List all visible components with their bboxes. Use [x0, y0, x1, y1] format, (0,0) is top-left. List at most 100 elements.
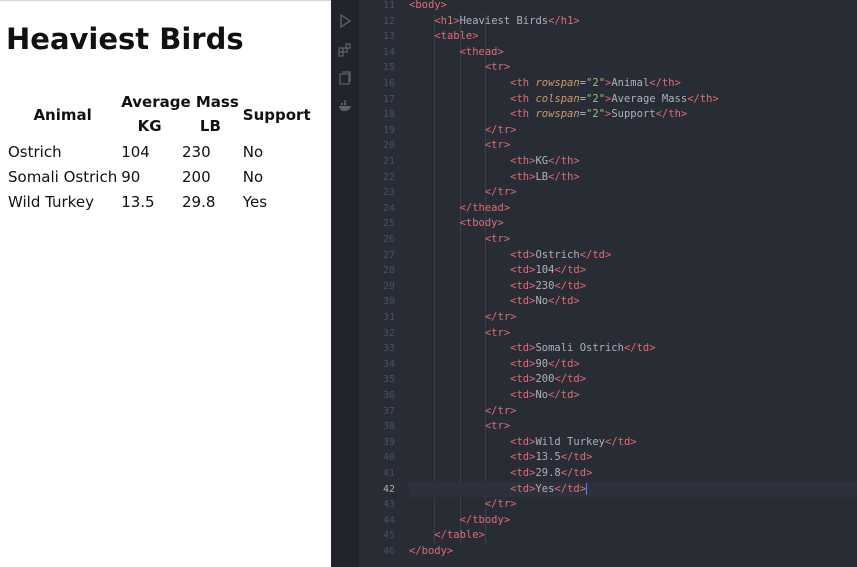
code-line[interactable]: </body>	[409, 544, 857, 560]
code-line[interactable]: </tr>	[409, 185, 857, 201]
cell-support: No	[242, 142, 264, 161]
code-area[interactable]: <body> <h1>Heaviest Birds</h1> <table> <…	[409, 0, 857, 567]
code-line[interactable]: <th colspan="2">Average Mass</th>	[409, 92, 857, 108]
code-token: Heaviest Birds	[459, 14, 549, 27]
header-kg: KG	[137, 117, 162, 135]
code-token: No	[535, 389, 549, 401]
code-token: colspan	[535, 92, 580, 105]
extensions-icon[interactable]	[338, 43, 352, 57]
cell-support: No	[242, 167, 264, 186]
code-line[interactable]: <td>Somali Ostrich</td>	[409, 341, 857, 357]
code-line[interactable]: <tr>	[409, 60, 857, 76]
code-token: 29.8	[535, 467, 561, 479]
table-body: Ostrich 104 230 No Somali Ostrich 90 200…	[6, 139, 313, 214]
code-token: Average Mass	[611, 92, 688, 105]
code-line[interactable]: <h1>Heaviest Birds</h1>	[409, 14, 857, 30]
code-token: Ostrich	[535, 248, 580, 261]
code-line[interactable]: <td>29.8</td>	[409, 466, 857, 482]
line-number: 46	[382, 546, 395, 557]
code-token: <th	[510, 77, 536, 89]
line-number: 34	[382, 358, 395, 370]
code-token: </td>	[554, 279, 587, 292]
code-token: <tr>	[484, 326, 511, 339]
code-token: </h1>	[548, 14, 580, 27]
code-line[interactable]: <th rowspan="2">Support</th>	[409, 107, 857, 123]
header-lb: LB	[199, 117, 221, 135]
code-line[interactable]: <td>200</td>	[409, 372, 857, 388]
code-line[interactable]: <td>Yes</td>	[409, 481, 857, 498]
code-token: </tbody>	[459, 513, 511, 526]
line-number: 28	[382, 265, 395, 277]
docker-icon[interactable]	[338, 99, 352, 113]
code-token: </th>	[687, 92, 719, 105]
code-line[interactable]: <td>104</td>	[409, 263, 857, 279]
line-number: 15	[382, 62, 395, 74]
code-line[interactable]: </tr>	[409, 404, 857, 420]
code-line[interactable]: </tbody>	[409, 513, 857, 529]
code-token: <td>	[510, 342, 536, 355]
code-line[interactable]: <td>No</td>	[409, 388, 857, 404]
code-token: 230	[535, 279, 555, 292]
debug-icon[interactable]	[338, 14, 352, 28]
cell-animal: Somali Ostrich	[8, 167, 118, 186]
code-line[interactable]: <td>230</td>	[409, 279, 857, 295]
code-token: <td>	[510, 357, 536, 370]
line-number: 23	[382, 187, 395, 199]
code-token: </td>	[548, 389, 580, 401]
code-line[interactable]: </tr>	[409, 497, 857, 513]
code-token: </th>	[655, 108, 688, 121]
code-token: Wild Turkey	[535, 435, 605, 448]
code-line[interactable]: <td>90</td>	[409, 357, 857, 373]
code-line[interactable]: <table>	[409, 29, 857, 45]
line-number: 38	[382, 421, 395, 433]
code-line[interactable]: <td>Ostrich</td>	[409, 248, 857, 264]
code-line[interactable]: <td>Wild Turkey</td>	[409, 435, 857, 451]
table-row: Wild Turkey 13.5 29.8 Yes	[6, 189, 313, 214]
header-row-1: Animal Average Mass Support	[6, 91, 313, 124]
code-line[interactable]: <tr>	[409, 326, 857, 342]
code-line[interactable]: </table>	[409, 528, 857, 544]
code-token: </thead>	[459, 201, 511, 214]
code-line[interactable]: <tr>	[409, 232, 857, 248]
cell-kg: 90	[121, 167, 141, 186]
code-line[interactable]: <tr>	[409, 138, 857, 154]
code-token: No	[535, 295, 549, 308]
code-token: </td>	[579, 248, 612, 261]
code-token: </th>	[548, 155, 580, 167]
page-heading: Heaviest Birds	[6, 22, 244, 56]
code-line[interactable]: <tbody>	[409, 216, 857, 232]
code-line[interactable]: </thead>	[409, 201, 857, 217]
code-line[interactable]: <td>No</td>	[409, 294, 857, 310]
code-line[interactable]: <th>KG</th>	[409, 154, 857, 170]
code-line[interactable]: <thead>	[409, 45, 857, 61]
line-number: 42	[382, 483, 395, 495]
code-line[interactable]: </tr>	[409, 123, 857, 139]
code-line[interactable]: <th rowspan="2">Animal</th>	[409, 76, 857, 92]
code-line[interactable]: </tr>	[409, 310, 857, 326]
code-token: KG	[535, 155, 549, 167]
copy-icon[interactable]	[338, 71, 352, 85]
code-token: </th>	[548, 170, 580, 183]
code-line[interactable]: <th>LB</th>	[409, 170, 857, 186]
text-cursor	[586, 482, 588, 495]
code-line[interactable]: <body>	[409, 0, 857, 14]
code-token: <td>	[510, 467, 536, 479]
code-line[interactable]: <tr>	[409, 419, 857, 435]
code-token: <td>	[510, 435, 536, 448]
code-token: rowspan	[535, 77, 580, 89]
line-number: 21	[382, 156, 395, 167]
code-line[interactable]: <td>13.5</td>	[409, 450, 857, 466]
